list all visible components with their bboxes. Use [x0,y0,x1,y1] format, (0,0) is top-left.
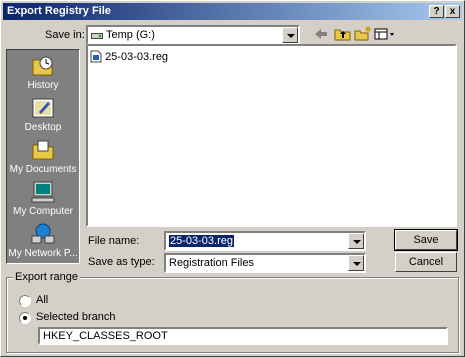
all-label[interactable]: All [36,294,48,306]
reg-file-icon [90,50,102,63]
help-button[interactable]: ? [429,5,444,18]
branch-value: HKEY_CLASSES_ROOT [43,330,168,342]
save-as-type-label: Save as type: [88,256,155,268]
window-title: Export Registry File [7,5,111,17]
place-my-network[interactable]: My Network P... [7,222,79,259]
export-registry-dialog: Export Registry File ? x Save in: Temp (… [0,0,465,357]
place-label: My Network P... [8,248,78,259]
title-bar[interactable]: Export Registry File ? x [3,3,462,20]
up-folder-icon[interactable] [333,25,353,43]
chevron-down-icon[interactable] [282,27,298,43]
save-as-type-dropdown[interactable]: Registration Files [164,253,366,273]
file-name-input[interactable]: 25-03-03.reg [164,231,366,251]
places-bar: History Desktop My Documents My Computer… [6,49,80,264]
my-documents-icon [32,140,54,160]
save-in-value: Temp (G:) [106,29,155,41]
cancel-button[interactable]: Cancel [395,252,457,272]
branch-input[interactable]: HKEY_CLASSES_ROOT [38,327,448,345]
place-my-documents[interactable]: My Documents [7,138,79,175]
save-button[interactable]: Save [394,229,458,251]
selected-branch-label[interactable]: Selected branch [36,311,116,323]
save-in-label: Save in: [45,29,85,41]
export-range-title: Export range [13,271,80,283]
place-label: History [27,80,59,91]
file-name-label: File name: [88,235,140,247]
chevron-down-icon[interactable] [348,233,364,249]
export-range-group: Export range All Selected branch HKEY_CL… [6,271,459,353]
place-history[interactable]: History [7,54,79,91]
place-label: My Documents [9,164,77,175]
place-label: My Computer [12,206,73,217]
save-as-type-value: Registration Files [169,257,254,269]
place-desktop[interactable]: Desktop [7,96,79,133]
save-in-dropdown[interactable]: Temp (G:) [86,25,300,45]
file-name: 25-03-03.reg [105,51,169,63]
file-item[interactable]: 25-03-03.reg [90,50,168,63]
my-computer-icon [31,181,55,203]
back-arrow-icon[interactable] [311,25,331,43]
network-places-icon [31,223,55,244]
chevron-down-icon[interactable] [348,255,364,271]
view-menu-icon[interactable] [373,25,397,43]
file-name-value: 25-03-03.reg [169,235,234,247]
new-folder-icon[interactable] [353,25,373,43]
desktop-icon [32,98,54,118]
history-icon [32,56,53,76]
place-label: Desktop [24,122,62,133]
drive-icon [91,33,103,39]
selected-branch-radio[interactable] [19,312,31,324]
close-button[interactable]: x [445,5,460,18]
place-my-computer[interactable]: My Computer [7,180,79,217]
all-radio[interactable] [19,295,31,307]
file-list[interactable]: 25-03-03.reg [86,44,457,227]
